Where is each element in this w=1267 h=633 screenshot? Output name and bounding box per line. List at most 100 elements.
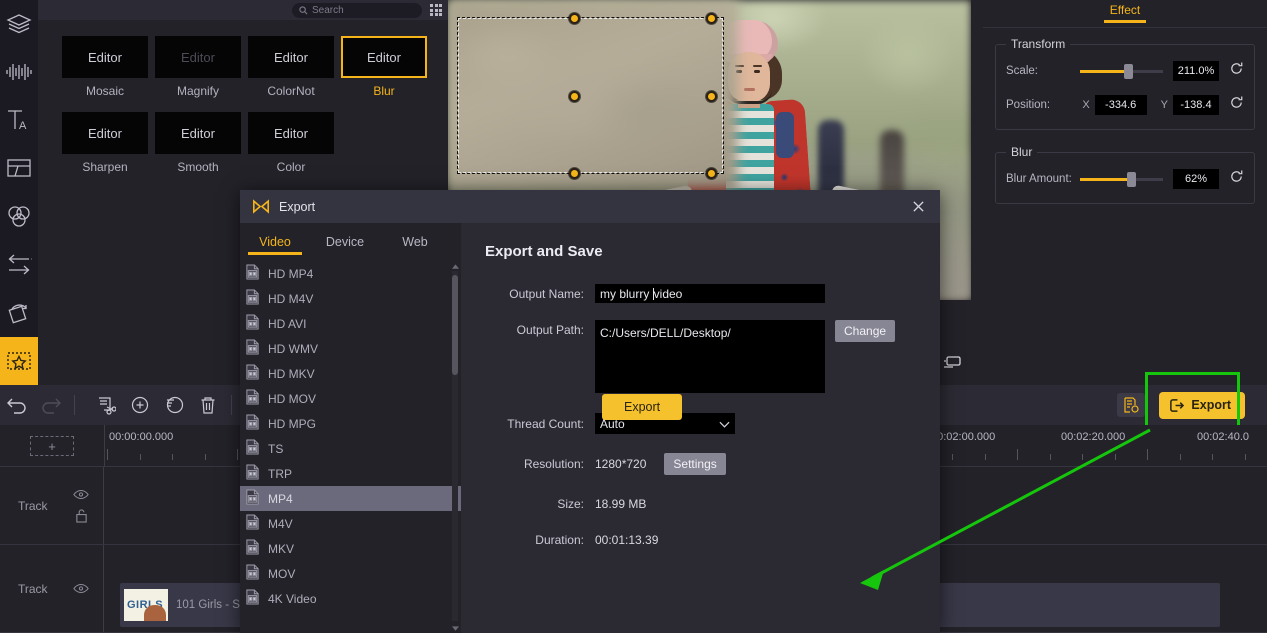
effect-tile-sharpen[interactable]: Editor Sharpen	[62, 112, 148, 174]
tab-effect[interactable]: Effect	[1094, 0, 1156, 23]
eye-icon[interactable]	[73, 583, 89, 594]
format-list-scrollbar[interactable]	[451, 261, 459, 633]
split-screen-icon[interactable]	[0, 144, 38, 192]
split-cut-icon[interactable]	[89, 385, 123, 425]
handle-top-center[interactable]	[569, 13, 580, 24]
scroll-down-icon[interactable]	[451, 623, 459, 633]
redo-icon[interactable]	[34, 385, 68, 425]
add-track-button[interactable]: +	[30, 436, 74, 456]
blur-group: Blur Blur Amount: 62%	[995, 145, 1255, 204]
effect-tile-magnify[interactable]: Editor Magnify	[155, 36, 241, 98]
eye-icon[interactable]	[73, 489, 89, 500]
format-item-hd-wmv[interactable]: HD WMV	[240, 336, 461, 361]
effect-tile-blur[interactable]: Editor Blur	[341, 36, 427, 98]
format-item-mkv[interactable]: MKV	[240, 536, 461, 561]
video-file-icon	[245, 489, 260, 508]
resolution-settings-button[interactable]: Settings	[664, 453, 726, 475]
blur-selection-rect[interactable]	[457, 17, 724, 174]
format-item-hd-mpg[interactable]: HD MPG	[240, 411, 461, 436]
format-item-m4v[interactable]: M4V	[240, 511, 461, 536]
effect-thumbnail: Editor	[62, 36, 148, 78]
video-file-icon	[245, 564, 260, 583]
format-item-hd-mp4[interactable]: HD MP4	[240, 261, 461, 286]
transform-group: Transform Scale: 211.0% Position: X -334…	[995, 37, 1255, 130]
color-icon[interactable]	[0, 193, 38, 241]
audio-icon[interactable]	[0, 48, 38, 96]
handle-middle-right[interactable]	[706, 91, 717, 102]
add-marker-icon[interactable]	[123, 385, 157, 425]
unlock-icon[interactable]	[75, 508, 88, 523]
transform-group-title: Transform	[1006, 37, 1071, 51]
scroll-up-icon[interactable]	[451, 261, 459, 271]
svg-text:A: A	[19, 120, 27, 132]
handle-bottom-right[interactable]	[706, 168, 717, 179]
export-heading: Export and Save	[485, 243, 603, 260]
grid-view-icon[interactable]	[430, 4, 442, 16]
output-path-value[interactable]: C:/Users/DELL/Desktop/	[595, 320, 825, 393]
crop-icon[interactable]	[157, 385, 191, 425]
export-toolbar-button[interactable]: Export	[1159, 391, 1245, 419]
blur-amount-value[interactable]: 62%	[1173, 169, 1219, 189]
format-item-mp4[interactable]: MP4	[240, 486, 461, 511]
format-item-trp[interactable]: TRP	[240, 461, 461, 486]
transition-icon[interactable]	[0, 241, 38, 289]
handle-bottom-center[interactable]	[569, 168, 580, 179]
format-item-label: TS	[268, 441, 284, 456]
text-icon[interactable]: A	[0, 96, 38, 144]
render-settings-icon[interactable]	[1117, 393, 1146, 417]
position-x-value[interactable]: -334.6	[1094, 95, 1147, 115]
handle-middle-left[interactable]	[569, 91, 580, 102]
effect-tile-colornot[interactable]: Editor ColorNot	[248, 36, 334, 98]
effect-thumbnail: Editor	[155, 112, 241, 154]
blur-reset-icon[interactable]	[1229, 169, 1244, 189]
change-path-button[interactable]: Change	[835, 320, 896, 342]
ruler-tick	[107, 449, 108, 460]
search-input[interactable]: Search	[292, 2, 422, 18]
motion-icon[interactable]	[0, 289, 38, 337]
position-row: Position: X -334.6 Y -138.4	[1006, 95, 1244, 115]
effects-star-icon[interactable]	[0, 336, 38, 385]
format-tab-web[interactable]: Web	[380, 227, 450, 257]
format-item-ts[interactable]: TS	[240, 436, 461, 461]
media-library-icon[interactable]	[0, 0, 38, 48]
effects-topbar: Search	[38, 0, 448, 20]
undo-icon[interactable]	[0, 385, 34, 425]
video-file-icon	[245, 364, 260, 383]
search-placeholder: Search	[312, 4, 344, 16]
ruler-time-label: 00:02:00.000	[931, 431, 996, 443]
format-list[interactable]: HD MP4 HD M4V HD AVI HD WMV HD MKV HD MOV HD M…	[240, 261, 461, 633]
clip-thumbnail: GIRLS	[124, 589, 168, 621]
output-name-input[interactable]: my blurry video	[595, 284, 825, 303]
effect-tile-smooth[interactable]: Editor Smooth	[155, 112, 241, 174]
format-item-hd-mkv[interactable]: HD MKV	[240, 361, 461, 386]
format-tab-device[interactable]: Device	[310, 227, 380, 257]
effect-tile-color[interactable]: Editor Color	[248, 112, 334, 174]
position-y-value[interactable]: -138.4	[1173, 95, 1219, 115]
blur-amount-slider[interactable]	[1079, 171, 1163, 187]
delete-icon[interactable]	[191, 385, 225, 425]
display-mode-icon[interactable]	[940, 353, 964, 373]
scale-value[interactable]: 211.0%	[1173, 61, 1219, 81]
effect-tile-mosaic[interactable]: Editor Mosaic	[62, 36, 148, 98]
handle-top-right[interactable]	[706, 13, 717, 24]
size-label: Size:	[557, 497, 584, 511]
ruler-tick	[1082, 454, 1083, 460]
effect-tile-label: ColorNot	[267, 84, 315, 98]
format-item-hd-m4v[interactable]: HD M4V	[240, 286, 461, 311]
format-tab-video[interactable]: Video	[240, 227, 310, 257]
effect-tabs: Effect	[983, 0, 1267, 28]
video-file-icon	[245, 339, 260, 358]
export-button-wrap: Export	[1145, 371, 1245, 435]
export-dialog-button[interactable]: Export	[602, 394, 683, 420]
format-item-hd-mov[interactable]: HD MOV	[240, 386, 461, 411]
close-icon[interactable]	[908, 197, 928, 217]
position-reset-icon[interactable]	[1229, 95, 1244, 115]
output-name-value: my blurry video	[600, 287, 683, 301]
app-logo-icon	[252, 199, 270, 214]
scale-slider[interactable]	[1079, 63, 1163, 79]
ruler-tick	[952, 454, 953, 460]
format-item-4k-video[interactable]: 4K Video	[240, 586, 461, 611]
format-item-mov[interactable]: MOV	[240, 561, 461, 586]
format-item-hd-avi[interactable]: HD AVI	[240, 311, 461, 336]
scale-reset-icon[interactable]	[1229, 61, 1244, 81]
